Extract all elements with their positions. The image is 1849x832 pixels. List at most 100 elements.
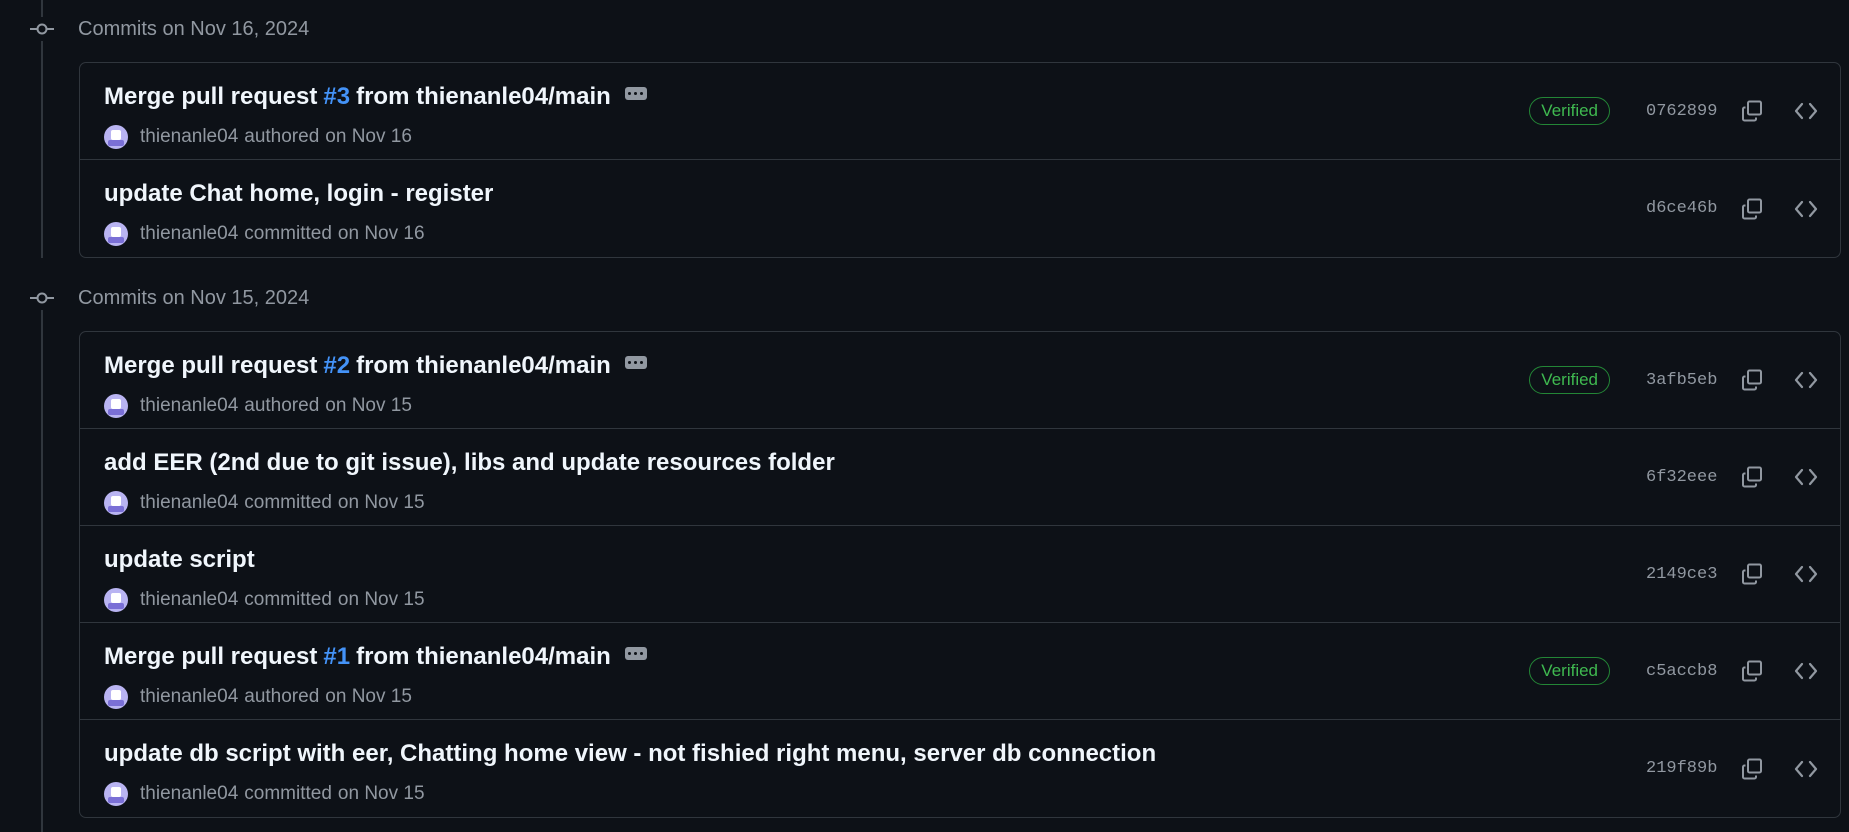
commit-date: on Nov 15 <box>337 589 425 610</box>
commit-date: on Nov 16 <box>337 223 425 244</box>
timeline-line <box>41 306 43 832</box>
commit-list-card: Merge pull request #2 from thienanle04/m… <box>79 331 1841 818</box>
user-avatar[interactable] <box>104 394 128 418</box>
copy-sha-button[interactable] <box>1736 364 1768 396</box>
commit-sha[interactable]: 0762899 <box>1646 102 1717 121</box>
copy-icon <box>1742 198 1762 219</box>
code-icon <box>1794 760 1818 777</box>
user-avatar[interactable] <box>104 125 128 149</box>
browse-repo-button[interactable] <box>1790 655 1822 687</box>
copy-sha-button[interactable] <box>1736 95 1768 127</box>
commit-meta: thienanle04 committed on Nov 16 <box>104 222 425 246</box>
user-avatar[interactable] <box>104 491 128 515</box>
commit-message[interactable]: update Chat home, login - register <box>104 180 493 208</box>
copy-sha-button[interactable] <box>1736 558 1768 590</box>
pull-request-link[interactable]: #1 <box>323 643 350 671</box>
browse-repo-button[interactable] <box>1790 753 1822 785</box>
pull-request-link[interactable]: #3 <box>323 83 350 111</box>
commit-sha[interactable]: 3afb5eb <box>1646 371 1717 390</box>
copy-icon <box>1742 369 1762 391</box>
commit-message-text[interactable]: Merge pull request <box>104 352 317 380</box>
browse-repo-button[interactable] <box>1790 364 1822 396</box>
commit-message-text[interactable]: update db script with eer, Chatting home… <box>104 740 1156 768</box>
commit-meta: thienanle04 authored on Nov 15 <box>104 394 412 418</box>
commit-message-suffix[interactable]: from thienanle04/main <box>356 352 611 380</box>
commit-message-text[interactable]: update script <box>104 546 255 574</box>
commit-sha[interactable]: d6ce46b <box>1646 199 1717 218</box>
commit-author[interactable]: thienanle04 <box>140 686 238 708</box>
copy-icon <box>1742 660 1762 682</box>
commit-message-text[interactable]: add EER (2nd due to git issue), libs and… <box>104 449 835 477</box>
commit-meta: thienanle04 authored on Nov 15 <box>104 685 412 709</box>
commit-message-text[interactable]: update Chat home, login - register <box>104 180 493 208</box>
expand-description-button[interactable] <box>624 355 647 369</box>
commit-author[interactable]: thienanle04 <box>140 223 238 245</box>
commit-author[interactable]: thienanle04 <box>140 589 238 611</box>
code-icon <box>1794 565 1818 583</box>
user-avatar[interactable] <box>104 222 128 246</box>
user-avatar[interactable] <box>104 588 128 612</box>
commit-sha[interactable]: c5accb8 <box>1646 662 1717 681</box>
verified-badge[interactable]: Verified <box>1529 366 1610 394</box>
commit-action: authored <box>244 395 320 416</box>
commit-group-header: Commits on Nov 16, 2024 <box>30 14 309 44</box>
browse-repo-button[interactable] <box>1790 193 1822 225</box>
commit-row: Merge pull request #1 from thienanle04/m… <box>80 623 1840 720</box>
commit-actions: 6f32eee <box>1646 429 1840 525</box>
commit-message-text[interactable]: Merge pull request <box>104 643 317 671</box>
commit-message[interactable]: Merge pull request #2 from thienanle04/m… <box>104 352 647 380</box>
commit-date: on Nov 15 <box>337 492 425 513</box>
verified-badge[interactable]: Verified <box>1529 657 1610 685</box>
code-icon <box>1794 371 1818 389</box>
commit-date: on Nov 16 <box>325 126 412 147</box>
copy-sha-button[interactable] <box>1736 193 1768 225</box>
commit-actions: 219f89b <box>1646 720 1840 817</box>
commit-message[interactable]: Merge pull request #1 from thienanle04/m… <box>104 643 647 671</box>
user-avatar[interactable] <box>104 782 128 806</box>
commit-action: committed <box>244 492 332 513</box>
code-icon <box>1794 102 1818 120</box>
commit-message[interactable]: update db script with eer, Chatting home… <box>104 740 1156 768</box>
commit-group-date: Commits on Nov 15, 2024 <box>78 286 310 309</box>
commit-actions: Verified c5accb8 <box>1529 623 1840 719</box>
commit-sha[interactable]: 2149ce3 <box>1646 565 1717 584</box>
commit-meta: thienanle04 committed on Nov 15 <box>104 588 425 612</box>
verified-badge[interactable]: Verified <box>1529 97 1610 125</box>
copy-icon <box>1742 466 1762 488</box>
pull-request-link[interactable]: #2 <box>323 352 350 380</box>
commit-group-header: Commits on Nov 15, 2024 <box>30 283 309 313</box>
commit-action: authored <box>244 126 320 147</box>
commit-row: update script thienanle04 committed on N… <box>80 526 1840 623</box>
commit-group-date: Commits on Nov 16, 2024 <box>78 17 310 40</box>
commit-message[interactable]: update script <box>104 546 255 574</box>
code-icon <box>1794 200 1818 217</box>
commit-action: committed <box>244 783 332 804</box>
commit-sha[interactable]: 219f89b <box>1646 759 1717 778</box>
browse-repo-button[interactable] <box>1790 461 1822 493</box>
commit-author[interactable]: thienanle04 <box>140 492 238 514</box>
copy-sha-button[interactable] <box>1736 461 1768 493</box>
commit-message-suffix[interactable]: from thienanle04/main <box>356 643 611 671</box>
commit-actions: Verified 0762899 <box>1529 63 1840 159</box>
commit-action: committed <box>244 589 332 610</box>
commit-message-text[interactable]: Merge pull request <box>104 83 317 111</box>
expand-description-button[interactable] <box>624 86 647 100</box>
user-avatar[interactable] <box>104 685 128 709</box>
copy-icon <box>1742 100 1762 122</box>
commit-meta: thienanle04 committed on Nov 15 <box>104 491 425 515</box>
commit-actions: Verified 3afb5eb <box>1529 332 1840 428</box>
commit-message[interactable]: add EER (2nd due to git issue), libs and… <box>104 449 835 477</box>
commit-row: Merge pull request #2 from thienanle04/m… <box>80 332 1840 429</box>
commit-author[interactable]: thienanle04 <box>140 783 238 805</box>
commit-message-suffix[interactable]: from thienanle04/main <box>356 83 611 111</box>
expand-description-button[interactable] <box>624 646 647 660</box>
commit-author[interactable]: thienanle04 <box>140 126 238 148</box>
copy-sha-button[interactable] <box>1736 655 1768 687</box>
copy-sha-button[interactable] <box>1736 753 1768 785</box>
browse-repo-button[interactable] <box>1790 95 1822 127</box>
browse-repo-button[interactable] <box>1790 558 1822 590</box>
commit-author[interactable]: thienanle04 <box>140 395 238 417</box>
commit-sha[interactable]: 6f32eee <box>1646 468 1717 487</box>
commit-message[interactable]: Merge pull request #3 from thienanle04/m… <box>104 83 647 111</box>
commit-date: on Nov 15 <box>325 395 412 416</box>
